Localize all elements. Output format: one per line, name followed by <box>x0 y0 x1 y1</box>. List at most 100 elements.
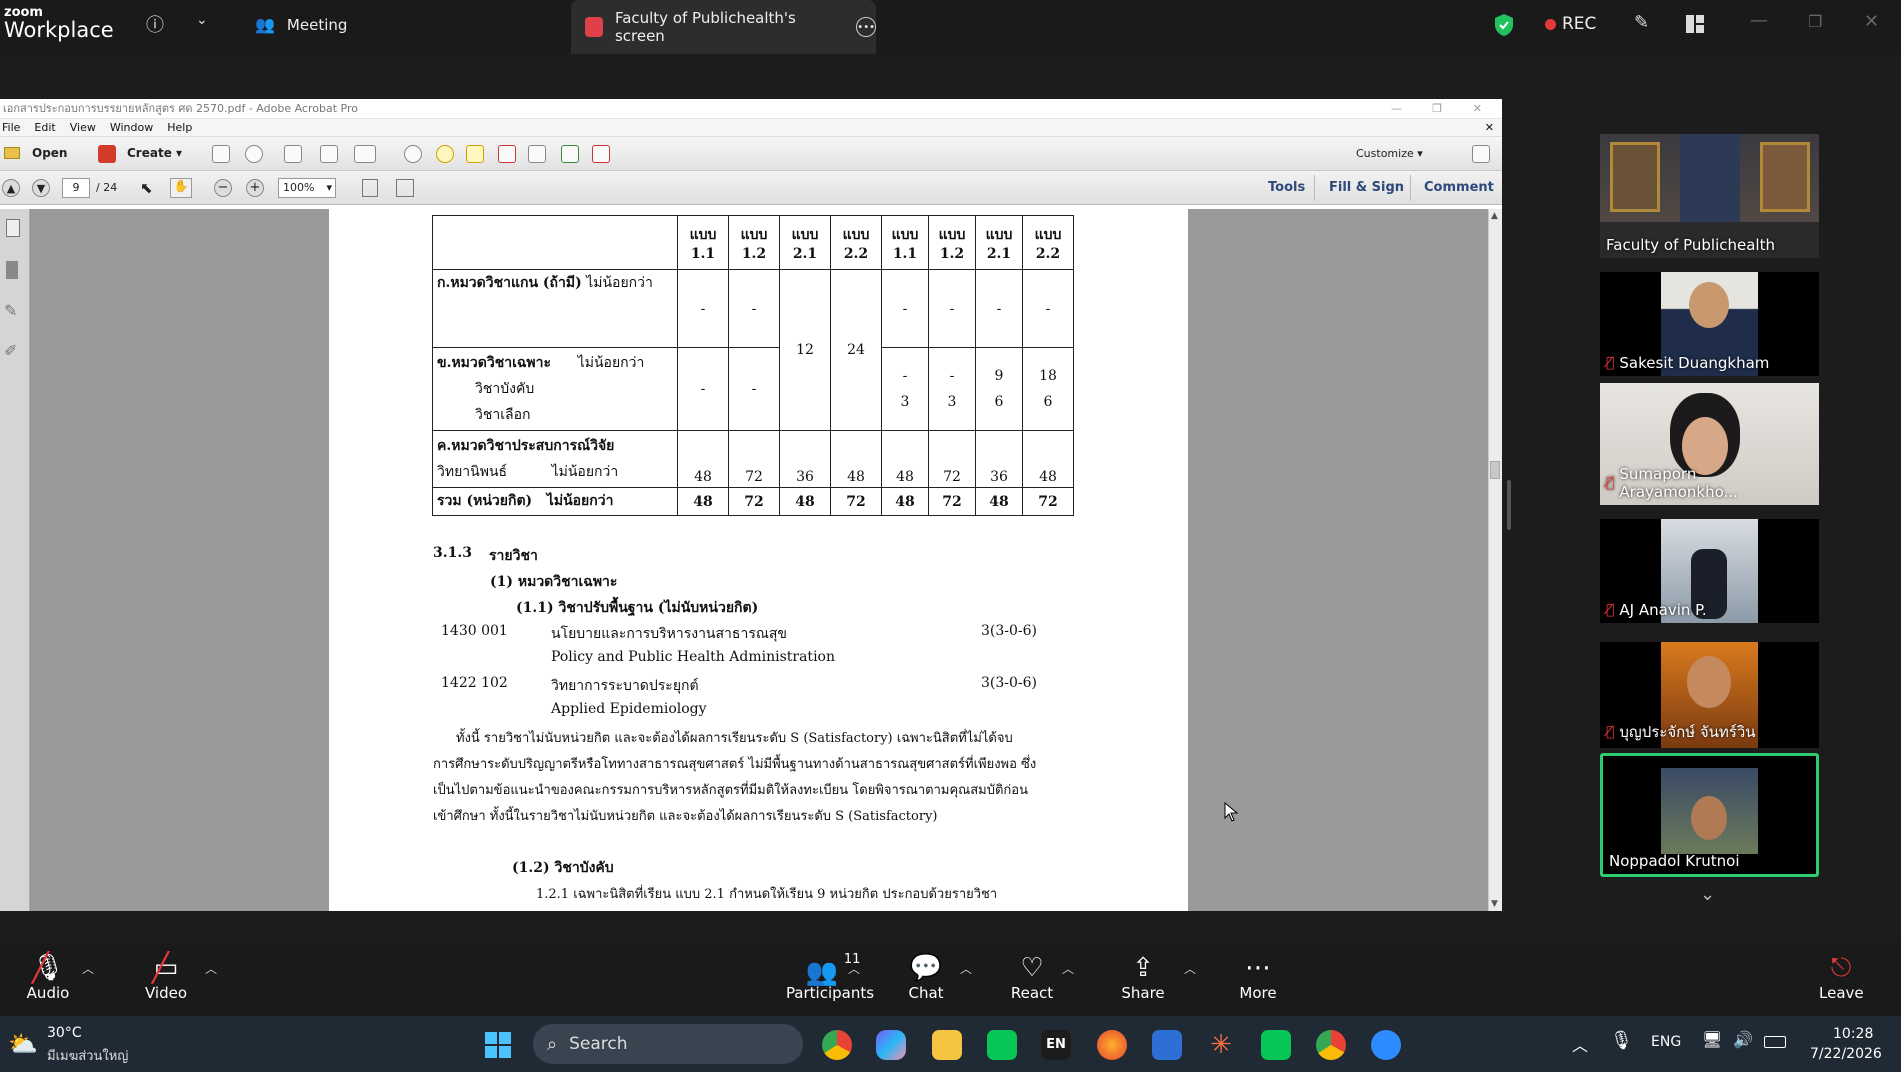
edit-icon[interactable] <box>320 145 338 163</box>
attachments-icon[interactable]: ✐ <box>4 341 17 360</box>
volume-icon[interactable]: 🔊 <box>1733 1030 1753 1049</box>
redact-icon[interactable] <box>498 145 516 163</box>
microphone-tray-icon[interactable]: 🎙 <box>1610 1030 1633 1051</box>
firefox-app-icon[interactable] <box>1097 1030 1127 1060</box>
panel-resize-handle[interactable] <box>1507 480 1511 530</box>
chrome-app-icon-2[interactable] <box>1316 1030 1346 1060</box>
prev-page-icon[interactable]: ▲ <box>2 179 20 197</box>
taskbar-search-box[interactable]: ⌕ Search <box>533 1024 803 1064</box>
chat-button[interactable]: 💬 Chat <box>906 952 946 1002</box>
chrome-app-icon[interactable] <box>822 1030 852 1060</box>
chat-options-caret-icon[interactable]: ︿ <box>960 960 972 977</box>
recording-indicator[interactable]: REC <box>1545 14 1596 34</box>
video-tile[interactable]: 🎙̸ AJ Anavin P. <box>1600 519 1819 623</box>
react-button[interactable]: ♡ React <box>1010 952 1054 1002</box>
close-icon[interactable]: ✕ <box>1864 11 1879 32</box>
network-icon[interactable]: 🖥 <box>1702 1030 1722 1049</box>
video-tile[interactable]: 🎙̸ Sakesit Duangkham <box>1600 272 1819 376</box>
print-icon[interactable] <box>284 145 302 163</box>
highlight-icon[interactable] <box>466 145 484 163</box>
scroll-more-chevron-icon[interactable]: ⌄ <box>1700 884 1715 905</box>
document-area[interactable]: ✎ ✐ แบบ 1.1 แบบ 1.2 แบบ 2.1 แบบ 2.2 แบบ 1.1 แ… <box>0 209 1502 911</box>
fullscreen-icon[interactable] <box>1472 145 1490 163</box>
copilot-app-icon[interactable] <box>876 1030 906 1060</box>
tools-tab[interactable]: Tools <box>1268 180 1305 195</box>
video-button[interactable]: ▭ ╱ Video <box>142 952 190 1003</box>
clock-time[interactable]: 10:28 <box>1833 1026 1873 1042</box>
page-number-input[interactable]: 9 <box>62 178 90 198</box>
more-button[interactable]: ⋯ More <box>1236 952 1280 1002</box>
participants-options-caret-icon[interactable]: ︿ <box>848 960 860 977</box>
weather-icon[interactable]: ⛅ <box>8 1030 38 1058</box>
document-scrollbar[interactable]: ▲ ▼ <box>1488 209 1502 911</box>
menu-edit[interactable]: Edit <box>34 119 55 136</box>
scroll-thumb[interactable] <box>1490 461 1500 479</box>
acrobat-minimize-icon[interactable]: — <box>1391 99 1402 119</box>
claude-app-icon[interactable]: ✳ <box>1206 1030 1236 1060</box>
battery-icon[interactable] <box>1764 1036 1786 1048</box>
page-thumbnails-icon[interactable] <box>6 219 20 237</box>
open-button[interactable]: Open <box>32 146 67 160</box>
scroll-up-icon[interactable]: ▲ <box>1491 211 1498 221</box>
minimize-icon[interactable]: — <box>1750 10 1768 31</box>
video-tile[interactable]: 🎙̸ บุญประจักษ์ จันทร์วิน <box>1600 642 1819 748</box>
react-options-caret-icon[interactable]: ︿ <box>1062 960 1074 977</box>
menu-file[interactable]: File <box>2 119 20 136</box>
upload-cloud-icon[interactable] <box>245 145 263 163</box>
show-hidden-icons-chevron[interactable]: ︿ <box>1572 1032 1588 1056</box>
leave-button[interactable]: ⎋ Leave <box>1819 952 1864 1002</box>
hand-tool-icon[interactable]: ✋ <box>170 178 192 198</box>
zoom-out-icon[interactable]: − <box>214 179 232 197</box>
export-icon[interactable] <box>561 145 579 163</box>
fit-width-icon[interactable] <box>396 179 414 197</box>
scroll-down-icon[interactable]: ▼ <box>1491 899 1498 909</box>
save-icon[interactable] <box>212 145 230 163</box>
video-options-caret-icon[interactable]: ︿ <box>205 960 217 977</box>
file-explorer-icon[interactable] <box>932 1030 962 1060</box>
more-options-icon[interactable]: ••• <box>856 17 876 37</box>
next-page-icon[interactable]: ▼ <box>32 179 50 197</box>
en-input-app-icon[interactable]: EN <box>1041 1030 1071 1060</box>
share-doc-icon[interactable] <box>592 145 610 163</box>
video-tile-active-speaker[interactable]: Noppadol Krutnoi <box>1600 753 1819 877</box>
share-screen-tab[interactable]: Faculty of Publichealth's screen ••• <box>571 0 876 54</box>
audio-button[interactable]: 🎙 ╱ Audio <box>24 952 72 1003</box>
security-shield-icon[interactable] <box>1494 13 1514 37</box>
zoom-level-select[interactable]: 100% ▾ <box>278 178 336 198</box>
clock-date[interactable]: 7/22/2026 <box>1810 1046 1882 1062</box>
zoom-app-icon[interactable] <box>1371 1030 1401 1060</box>
snipping-tool-icon[interactable] <box>1152 1030 1182 1060</box>
doc-close-icon[interactable]: ✕ <box>1485 119 1494 137</box>
participants-button[interactable]: 👥 11 Participants <box>780 952 880 1002</box>
maximize-icon[interactable]: ❐ <box>1808 12 1822 31</box>
weather-temperature[interactable]: 30°C <box>47 1025 82 1041</box>
acrobat-restore-icon[interactable]: ❐ <box>1432 99 1442 119</box>
video-tile[interactable]: 🎙̸ Sumaporn Arayamonkho... <box>1600 383 1819 505</box>
menu-view[interactable]: View <box>70 119 96 136</box>
weather-description[interactable]: มีเมฆส่วนใหญ่ <box>47 1045 128 1066</box>
compare-icon[interactable] <box>528 145 546 163</box>
comment-bubble-icon[interactable] <box>436 145 454 163</box>
view-layout-icon[interactable] <box>1686 15 1704 33</box>
chevron-down-icon[interactable]: ⌄ <box>196 12 208 28</box>
menu-help[interactable]: Help <box>167 119 192 136</box>
line-app-icon-2[interactable] <box>1261 1030 1291 1060</box>
annotate-pen-icon[interactable]: ✎ <box>1634 12 1649 33</box>
fill-sign-tab[interactable]: Fill & Sign <box>1329 180 1404 195</box>
acrobat-close-icon[interactable]: ✕ <box>1473 99 1482 119</box>
menu-window[interactable]: Window <box>110 119 153 136</box>
info-icon[interactable]: ⓘ <box>146 11 164 37</box>
settings-gear-icon[interactable] <box>404 145 422 163</box>
email-icon[interactable] <box>354 145 376 163</box>
windows-start-icon[interactable] <box>485 1032 511 1058</box>
line-app-icon[interactable] <box>987 1030 1017 1060</box>
zoom-in-icon[interactable]: + <box>246 179 264 197</box>
comment-tab[interactable]: Comment <box>1424 180 1494 195</box>
customize-button[interactable]: Customize ▾ <box>1356 147 1423 160</box>
bookmarks-icon[interactable] <box>6 261 18 279</box>
audio-options-caret-icon[interactable]: ︿ <box>82 960 94 977</box>
fit-page-icon[interactable] <box>362 179 378 197</box>
create-button[interactable]: Create ▾ <box>127 146 182 160</box>
video-tile[interactable]: Faculty of Publichealth <box>1600 134 1819 258</box>
share-button[interactable]: ⇪ Share <box>1121 952 1165 1002</box>
